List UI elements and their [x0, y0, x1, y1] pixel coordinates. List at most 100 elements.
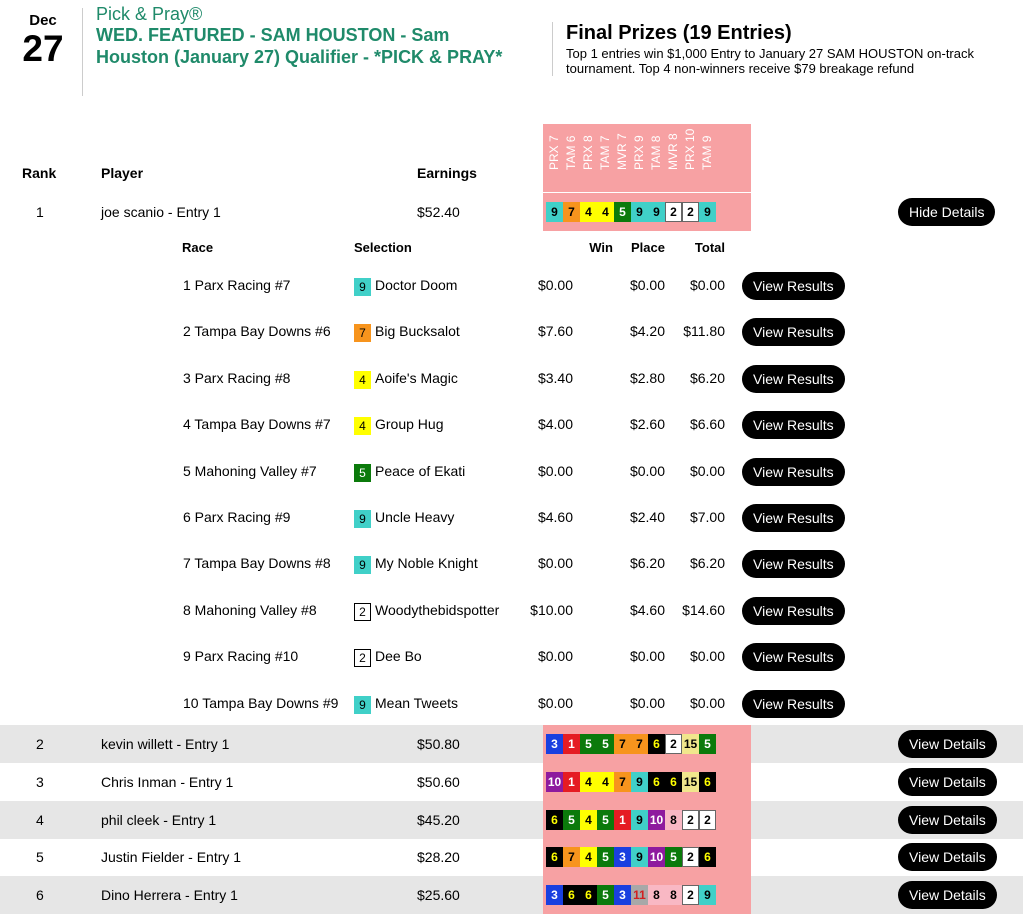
pick-badge: 9	[631, 202, 648, 222]
table-row: 5 Justin Fielder - Entry 1 $28.20 6 7 4 5 3 9 10 5…	[0, 838, 1023, 876]
player-name[interactable]: Dino Herrera - Entry 1	[101, 887, 238, 903]
player-name[interactable]: joe scanio - Entry 1	[101, 204, 221, 220]
view-results-button[interactable]: View Results	[742, 596, 845, 625]
divider	[552, 22, 553, 76]
pick-badge: 4	[580, 847, 597, 867]
pick-badge: 2	[665, 202, 682, 222]
view-details-button[interactable]: View Details	[898, 730, 997, 758]
table-row: 1 joe scanio - Entry 1 $52.40 9 7 4 4 5 9 9 2 2 9 Hid…	[0, 193, 1023, 231]
tournament-title: WED. FEATURED - SAM HOUSTON - Sam Housto…	[96, 25, 503, 67]
place-amount: $0.00	[629, 462, 665, 479]
rank-cell: 4	[36, 812, 44, 828]
pick-badge: 7	[631, 734, 648, 754]
detail-row: 2 Tampa Bay Downs #6 7 Big Bucksalot $7.60 $…	[0, 308, 1023, 354]
detail-row: 1 Parx Racing #7 9 Doctor Doom $0.00 $0.00 $0…	[0, 262, 1023, 308]
pick-badge: 2	[682, 847, 699, 867]
player-name[interactable]: Justin Fielder - Entry 1	[101, 849, 241, 865]
pick-badge: 7	[614, 734, 631, 754]
view-details-button[interactable]: View Details	[898, 768, 997, 796]
rank-cell: 2	[36, 736, 44, 752]
horse-name: Big Bucksalot	[375, 323, 460, 340]
detail-row: 6 Parx Racing #9 9 Uncle Heavy $4.60 $2.40 $7…	[0, 494, 1023, 540]
pick-badge: 9	[699, 202, 716, 222]
pick-badge: 3	[614, 885, 631, 905]
date-block: Dec 27	[18, 12, 68, 68]
player-name[interactable]: phil cleek - Entry 1	[101, 812, 216, 828]
place-amount: $2.60	[629, 416, 665, 433]
detail-total-header: Total	[694, 240, 725, 255]
win-amount: $7.60	[537, 323, 573, 340]
picks-row: 9744599229	[546, 202, 716, 222]
earnings-cell: $50.80	[417, 736, 460, 752]
rank-cell: 1	[36, 204, 44, 220]
race-header-label: PRX 9	[631, 135, 646, 170]
selection-number: 9	[354, 556, 371, 575]
pick-badge: 4	[580, 810, 597, 830]
view-details-button[interactable]: View Details	[898, 806, 997, 834]
place-amount: $4.20	[629, 323, 665, 340]
pick-badge: 15	[682, 772, 699, 792]
view-results-button[interactable]: View Results	[742, 504, 845, 532]
place-amount: $0.00	[629, 694, 665, 711]
total-amount: $14.60	[682, 601, 725, 618]
view-details-button[interactable]: View Details	[898, 881, 997, 909]
pick-badge: 4	[580, 202, 597, 222]
win-amount: $4.00	[537, 416, 573, 433]
pick-badge: 6	[648, 734, 665, 754]
pick-badge: 1	[563, 734, 580, 754]
win-amount: $0.00	[537, 462, 573, 479]
place-amount: $0.00	[629, 648, 665, 665]
view-results-button[interactable]: View Results	[742, 272, 845, 300]
view-results-button[interactable]: View Results	[742, 364, 845, 393]
view-results-button[interactable]: View Results	[742, 457, 845, 486]
pick-badge: 4	[597, 772, 614, 792]
view-results-button[interactable]: View Results	[742, 318, 845, 347]
pick-badge: 6	[699, 847, 716, 867]
pick-badge: 2	[682, 810, 699, 830]
view-results-button[interactable]: View Results	[742, 411, 845, 440]
pick-badge: 5	[699, 734, 716, 754]
picks-row: 3 1 5 5 7 7 6 2 15 5	[546, 734, 716, 754]
pick-badge: 2	[682, 885, 699, 905]
horse-name: Dee Bo	[375, 648, 422, 665]
view-details-button[interactable]: View Details	[898, 843, 997, 871]
view-results-button[interactable]: View Results	[742, 689, 845, 718]
horse-name: Group Hug	[375, 416, 444, 433]
pick-badge: 5	[614, 202, 631, 222]
race-header-label: PRX 10	[682, 128, 697, 170]
hide-details-button[interactable]: Hide Details	[898, 198, 996, 226]
race-header-label: TAM 8	[648, 135, 663, 170]
pick-badge: 9	[631, 810, 648, 830]
race-header: PRX 7 TAM 6 PRX 8 TAM 7 MVR 7 PRX 9 TAM 8 MVR 8…	[543, 124, 751, 192]
pick-badge: 8	[665, 885, 682, 905]
total-amount: $0.00	[689, 694, 725, 711]
earnings-cell: $50.60	[417, 774, 460, 790]
rank-cell: 5	[36, 849, 44, 865]
view-results-button[interactable]: View Results	[742, 643, 845, 672]
race-name: 6 Parx Racing #9	[183, 509, 291, 525]
rank-column-header: Rank	[22, 165, 57, 181]
horse-name: Mean Tweets	[375, 694, 459, 711]
race-header-label: MVR 7	[614, 133, 629, 170]
pick-badge: 7	[614, 772, 631, 792]
race-name: 3 Parx Racing #8	[183, 369, 291, 386]
pick-badge: 8	[665, 810, 682, 830]
horse-name: Doctor Doom	[375, 277, 458, 293]
pick-badge: 10	[546, 772, 563, 792]
player-name[interactable]: kevin willett - Entry 1	[101, 736, 229, 752]
selection-number: 5	[354, 463, 371, 482]
place-amount: $4.60	[629, 601, 665, 618]
pick-badge: 6	[665, 772, 682, 792]
selection-number: 9	[354, 695, 371, 714]
pick-badge: 5	[597, 810, 614, 830]
pick-badge: 5	[597, 847, 614, 867]
pick-badge: 10	[648, 847, 665, 867]
player-name[interactable]: Chris Inman - Entry 1	[101, 774, 233, 790]
selection-number: 4	[354, 417, 371, 436]
selection-number: 9	[354, 278, 371, 296]
view-results-button[interactable]: View Results	[742, 550, 845, 579]
race-name: 8 Mahoning Valley #8	[183, 601, 317, 618]
pick-badge: 3	[614, 847, 631, 867]
selection-number: 2	[354, 649, 371, 668]
selection-number: 2	[354, 602, 371, 621]
